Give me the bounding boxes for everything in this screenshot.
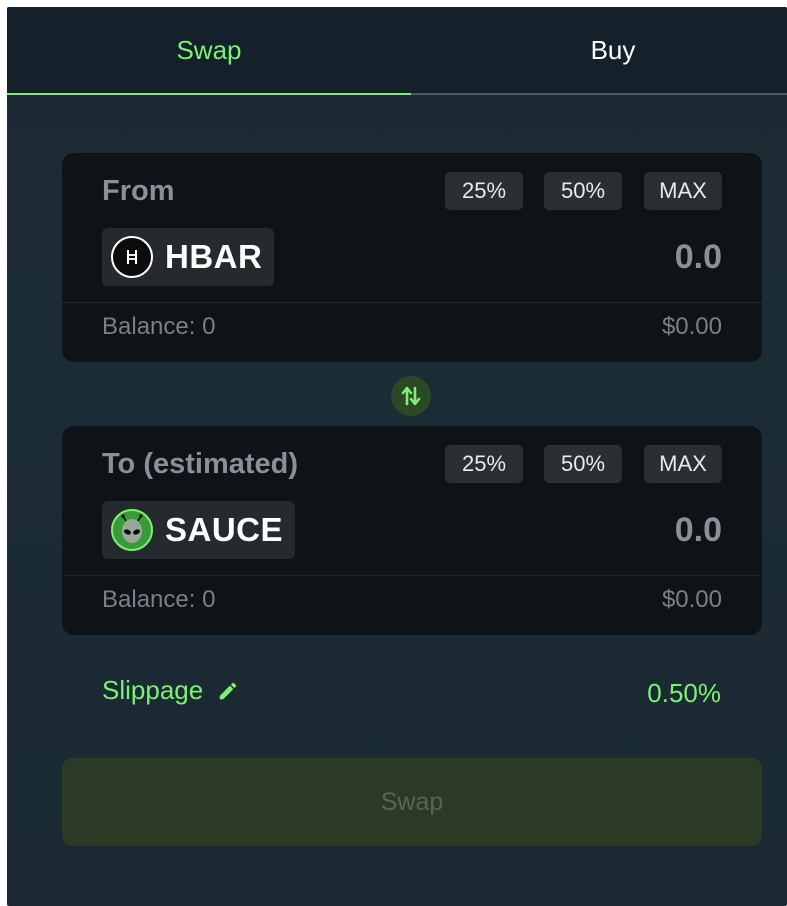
from-token-symbol: HBAR — [165, 238, 263, 275]
swap-panel: Swap Buy From 25% 50% MAX HBAR 0.0 Balan… — [7, 7, 787, 906]
hbar-icon — [111, 236, 153, 278]
from-amount-input[interactable]: 0.0 — [675, 238, 722, 277]
to-max-button[interactable]: MAX — [644, 445, 722, 483]
tab-buy[interactable]: Buy — [411, 7, 787, 93]
pencil-icon — [217, 680, 239, 702]
swap-arrows-icon — [401, 386, 421, 406]
to-token-symbol: SAUCE — [165, 511, 284, 548]
to-token-selector[interactable]: SAUCE — [102, 501, 296, 559]
to-divider — [62, 575, 762, 576]
from-title: From — [102, 175, 175, 207]
to-balance: Balance: 0 — [102, 586, 216, 613]
from-card: From 25% 50% MAX HBAR 0.0 Balance: 0 $0.… — [62, 153, 762, 362]
to-usd-value: $0.00 — [661, 586, 722, 613]
from-max-button[interactable]: MAX — [644, 172, 722, 210]
sauce-alien-icon — [111, 509, 153, 551]
from-token-selector[interactable]: HBAR — [102, 228, 275, 286]
swap-submit-button[interactable]: Swap — [62, 758, 762, 846]
slippage-value: 0.50% — [647, 678, 721, 708]
to-title: To (estimated) — [102, 448, 299, 480]
to-25-percent-button[interactable]: 25% — [445, 445, 523, 483]
to-50-percent-button[interactable]: 50% — [544, 445, 622, 483]
slippage-label: Slippage — [102, 675, 204, 705]
to-card: To (estimated) 25% 50% MAX SAUCE 0.0 Bal… — [62, 426, 762, 635]
to-amount-input[interactable]: 0.0 — [675, 511, 722, 550]
swap-direction-button[interactable] — [391, 376, 431, 416]
from-50-percent-button[interactable]: 50% — [544, 172, 622, 210]
slippage-edit-button[interactable]: Slippage — [102, 675, 239, 706]
from-25-percent-button[interactable]: 25% — [445, 172, 523, 210]
from-usd-value: $0.00 — [661, 313, 722, 340]
tab-active-indicator — [7, 93, 411, 95]
tab-bar: Swap Buy — [7, 7, 787, 95]
from-divider — [62, 302, 762, 303]
from-balance: Balance: 0 — [102, 313, 216, 340]
tab-swap[interactable]: Swap — [7, 7, 411, 93]
